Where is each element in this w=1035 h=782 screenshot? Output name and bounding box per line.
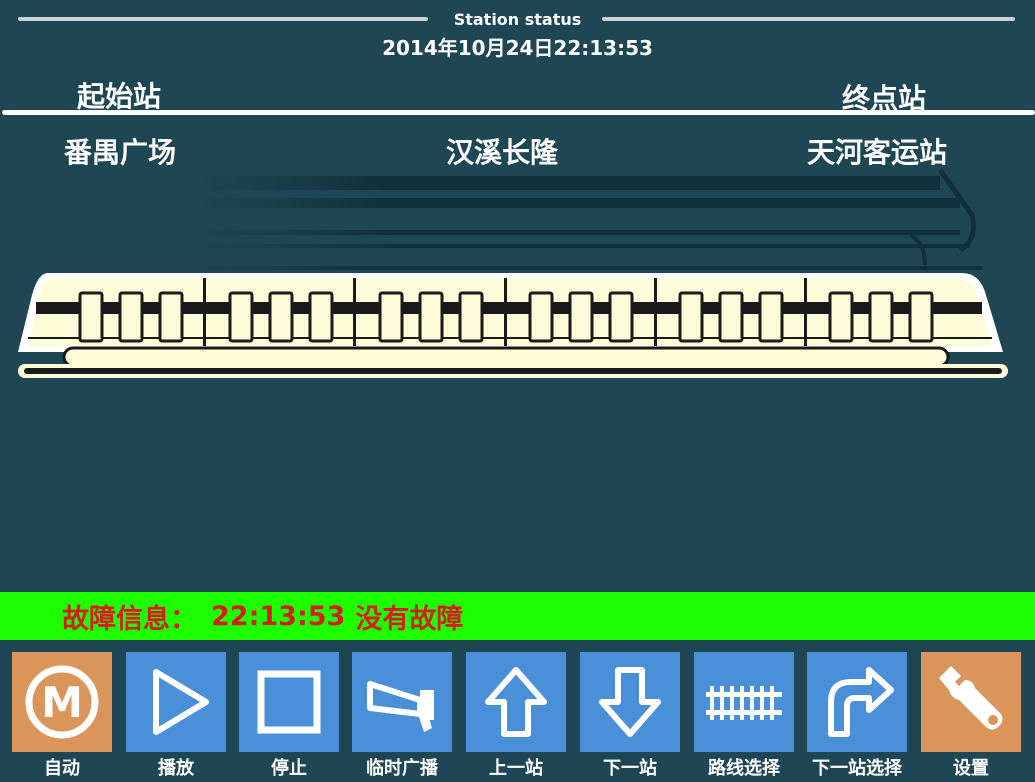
temp-broadcast-button[interactable] [352,652,452,752]
page-title: Station status [453,10,582,29]
next-station-button[interactable] [580,652,680,752]
svg-text:M: M [41,678,83,727]
wrench-icon [939,666,1003,730]
stop-button[interactable] [239,652,339,752]
stop-icon [257,670,321,734]
play-button[interactable] [126,652,226,752]
settings-button[interactable] [921,652,1021,752]
train-illustration [18,168,1008,378]
arrow-down-icon [599,667,661,737]
arrow-up-icon [485,667,547,737]
railway-track-icon [706,686,782,720]
previous-station-button-label: 上一站 [489,758,543,779]
datetime-display: 2014年10月24日22:13:53 [382,36,653,60]
settings-button-label: 设置 [953,758,989,779]
next-station-select-button-label: 下一站选择 [812,758,902,779]
fault-time: 22:13:53 [211,600,346,632]
fault-label: 故障信息： [62,603,197,635]
start-station-label: 起始站 [77,80,162,113]
speed-lines [200,168,982,270]
next-station-select-button[interactable] [807,652,907,752]
route-select-button[interactable] [694,652,794,752]
fault-status-bar: 故障信息： 22:13:53 没有故障 [0,592,1035,640]
stop-button-label: 停止 [271,758,307,779]
auto-button-label: 自动 [44,758,80,779]
play-icon [153,669,209,735]
play-button-label: 播放 [158,758,194,779]
fault-message: 没有故障 [355,603,464,635]
temp-broadcast-button-label: 临时广播 [366,758,438,779]
turn-right-arrow-icon [828,667,894,737]
route-select-button-label: 路线选择 [708,758,780,779]
route-divider [2,110,1035,115]
metro-logo-icon: M [25,665,99,739]
megaphone-icon [367,681,434,732]
previous-station-button[interactable] [466,652,566,752]
next-station-button-label: 下一站 [603,758,657,779]
auto-button[interactable]: M [12,652,112,752]
